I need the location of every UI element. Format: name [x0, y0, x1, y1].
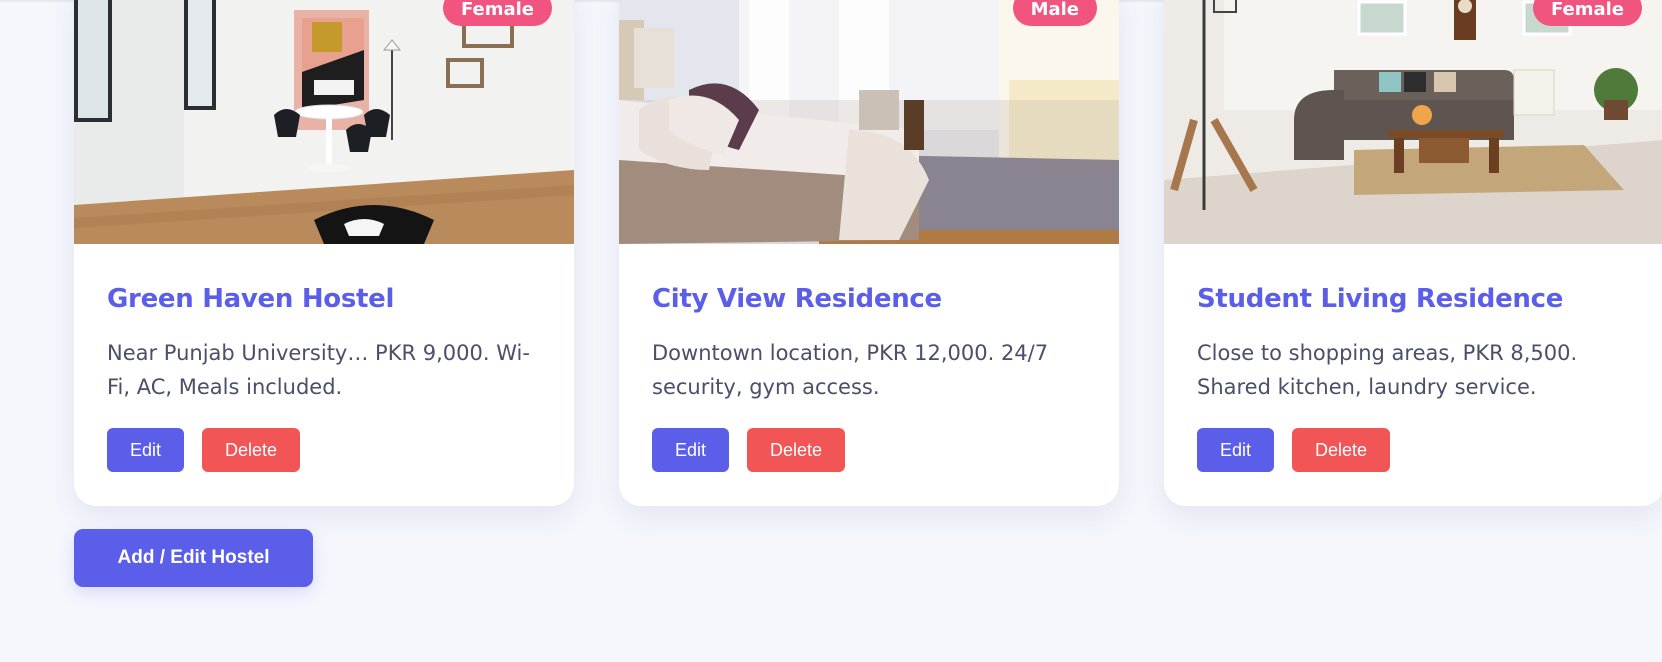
gender-badge: Female [442, 0, 552, 26]
edit-button[interactable]: Edit [652, 428, 729, 472]
hostel-card: Female Green Haven Hostel Near Punjab Un… [74, 0, 574, 506]
edit-button[interactable]: Edit [1197, 428, 1274, 472]
delete-button[interactable]: Delete [1292, 428, 1390, 472]
edit-button[interactable]: Edit [107, 428, 184, 472]
hostel-description: Close to shopping areas, PKR 8,500. Shar… [1197, 341, 1578, 399]
hostel-card: Male City View Residence Downtown locati… [619, 0, 1119, 506]
hostel-description: Downtown location, PKR 12,000. 24/7 secu… [652, 341, 1049, 399]
hostel-name: City View Residence [652, 284, 942, 314]
dining-room-photo: Female [74, 0, 574, 244]
bedroom-photo: Male [619, 0, 1119, 244]
delete-button[interactable]: Delete [202, 428, 300, 472]
hostel-description: Near Punjab University… PKR 9,000. Wi-Fi… [107, 341, 530, 399]
living-room-photo: Female [1164, 0, 1662, 244]
gender-badge: Female [1532, 0, 1642, 26]
gender-badge: Male [1012, 0, 1097, 26]
delete-button[interactable]: Delete [747, 428, 845, 472]
hostel-name: Green Haven Hostel [107, 284, 395, 314]
hostel-card: Female Student Living Residence Close to… [1164, 0, 1662, 506]
add-edit-hostel-button[interactable]: Add / Edit Hostel [74, 529, 313, 587]
hostel-name: Student Living Residence [1197, 284, 1564, 314]
hostel-list-page: Female Green Haven Hostel Near Punjab Un… [0, 0, 1662, 662]
